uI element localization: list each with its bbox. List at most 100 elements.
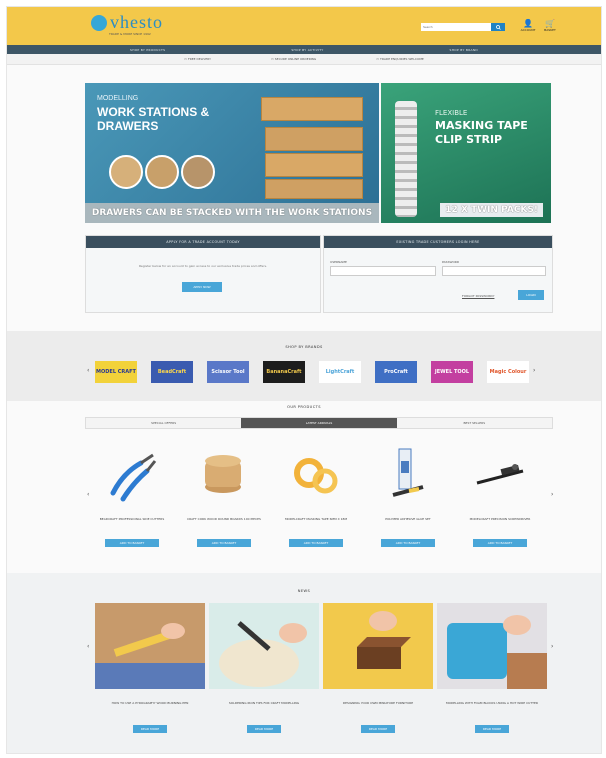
username-field[interactable] — [330, 266, 436, 276]
read-more-button[interactable]: READ MORE — [361, 725, 395, 733]
banner-work-stations[interactable]: MODELLING WORK STATIONS & DRAWERS DRAWER… — [85, 83, 379, 223]
basket-link[interactable]: 🛒 BASKET — [541, 19, 559, 32]
product-name: MODELCRAFT MASKING TAPE 6MM X 18M — [284, 517, 348, 521]
password-field[interactable] — [442, 266, 546, 276]
add-to-basket-button[interactable]: ADD TO BASKET — [381, 539, 435, 547]
read-more-button[interactable]: READ MORE — [133, 725, 167, 733]
trade-apply-header: APPLY FOR A TRADE ACCOUNT TODAY — [86, 236, 320, 248]
news-image-miniature-furniture — [323, 603, 433, 689]
banner-right-headline: MASKING TAPE CLIP STRIP — [435, 119, 528, 146]
product-card[interactable]: POLYMER ADHESIVE GLUE SET ADD TO BASKET — [365, 437, 451, 555]
drawer-photo-1 — [109, 155, 143, 189]
nav-item-products[interactable]: SHOP BY PRODUCTS — [130, 48, 165, 52]
brand-bananacraft[interactable]: BananaCraft — [263, 361, 305, 383]
login-button[interactable]: LOGIN — [518, 290, 544, 300]
username-label: USERNAME — [330, 260, 347, 264]
brand-scissor-tool[interactable]: Scissor Tool — [207, 361, 249, 383]
product-card[interactable]: MODELCRAFT PRECISION SCREWDRIVER ADD TO … — [457, 437, 543, 555]
add-to-basket-button[interactable]: ADD TO BASKET — [289, 539, 343, 547]
news-card[interactable]: HOW TO USE A PYROGRAPHY WOOD BURNING PEN… — [95, 603, 205, 733]
usp-secure: ▭ SECURE ONLINE ORDERING — [270, 57, 317, 61]
brand-jewel-tool[interactable]: JEWEL TOOL — [431, 361, 473, 383]
brands-prev-arrow-icon[interactable]: ‹ — [87, 367, 89, 374]
masking-tape-image — [294, 458, 338, 494]
brand-model-craft-label: MODEL CRAFT — [96, 369, 136, 375]
screwdriver-image — [476, 464, 524, 485]
logo-tagline: TRADE & MORE SINCE 1992 — [109, 32, 151, 36]
tab-latest-arrivals[interactable]: LATEST ARRIVALS — [241, 418, 397, 428]
user-icon: 👤 — [523, 19, 533, 28]
drawer-unit-1 — [265, 127, 363, 151]
nav-item-brand[interactable]: SHOP BY BRAND — [450, 48, 479, 52]
drawer-unit-2 — [265, 153, 363, 177]
apply-now-button[interactable]: APPLY NOW — [182, 282, 222, 292]
news-headline: SOLDERING IRON TIPS FOR CRAFT MODELLING — [228, 701, 300, 705]
product-name: CRAFT CORK WOOD ROUND BOARDS 100 PIECES — [187, 517, 261, 521]
search-button[interactable] — [491, 23, 505, 31]
news-card[interactable]: SOLDERING IRON TIPS FOR CRAFT MODELLING … — [209, 603, 319, 733]
drawer-unit-3 — [265, 179, 363, 199]
brand-lightcraft-label: LightCraft — [325, 369, 355, 375]
news-title: NEWS — [297, 589, 311, 593]
add-to-basket-button[interactable]: ADD TO BASKET — [473, 539, 527, 547]
product-name: POLYMER ADHESIVE GLUE SET — [385, 517, 431, 521]
basket-icon: 🛒 — [545, 19, 555, 28]
product-card[interactable]: BEADCRAFT PROFESSIONAL SIDE CUTTERS ADD … — [89, 437, 175, 555]
brands-title: SHOP BY BRANDS — [285, 345, 323, 349]
products-next-arrow-icon[interactable]: › — [551, 491, 553, 498]
brand-beadcraft-label: BeadCraft — [157, 369, 187, 375]
brand-magic-colour[interactable]: Magic Colour — [487, 361, 529, 383]
add-to-basket-button[interactable]: ADD TO BASKET — [105, 539, 159, 547]
search-icon — [495, 24, 501, 30]
brand-model-craft[interactable]: MODEL CRAFT — [95, 361, 137, 383]
banner-left-headline: WORK STATIONS & DRAWERS — [97, 105, 210, 133]
read-more-button[interactable]: READ MORE — [475, 725, 509, 733]
tape-strip-image — [395, 101, 417, 217]
usp-trade: ▭ TRADE ENQUIRIES WELCOME — [376, 57, 424, 61]
brand-beadcraft[interactable]: BeadCraft — [151, 361, 193, 383]
product-name: BEADCRAFT PROFESSIONAL SIDE CUTTERS — [99, 517, 165, 521]
search-input[interactable] — [421, 23, 491, 31]
news-headline: DESIGNING YOUR OWN MINIATURE FURNITURE — [342, 701, 414, 705]
banner-left-kicker: MODELLING — [97, 95, 139, 102]
cork-boards-image — [205, 455, 241, 493]
brand-bananacraft-label: BananaCraft — [266, 369, 302, 375]
read-more-button[interactable]: READ MORE — [247, 725, 281, 733]
products-tabs: SPECIAL OFFERS LATEST ARRIVALS BEST SELL… — [85, 417, 553, 429]
side-cutters-image — [110, 453, 157, 502]
trade-apply-text: Register below for an account to gain ac… — [138, 264, 268, 268]
drawer-photo-3 — [181, 155, 215, 189]
usp-trade-label: TRADE ENQUIRIES WELCOME — [380, 57, 424, 61]
news-prev-arrow-icon[interactable]: ‹ — [87, 643, 89, 650]
usp-bar: ▭ FREE DELIVERY ▭ SECURE ONLINE ORDERING… — [7, 54, 601, 65]
news-card[interactable]: MODELLING WITH FOAM BLOCKS USING A HOT W… — [437, 603, 547, 733]
product-card[interactable]: MODELCRAFT MASKING TAPE 6MM X 18M ADD TO… — [273, 437, 359, 555]
news-headline: HOW TO USE A PYROGRAPHY WOOD BURNING PEN — [111, 701, 189, 705]
tab-special-offers[interactable]: SPECIAL OFFERS — [86, 418, 242, 428]
news-card[interactable]: DESIGNING YOUR OWN MINIATURE FURNITURE R… — [323, 603, 433, 733]
brand-procraft[interactable]: ProCraft — [375, 361, 417, 383]
news-image-pyrography — [95, 603, 205, 689]
drawer-photo-2 — [145, 155, 179, 189]
add-to-basket-button[interactable]: ADD TO BASKET — [197, 539, 251, 547]
password-label: PASSWORD — [442, 260, 460, 264]
brand-jewel-tool-label: JEWEL TOOL — [434, 369, 470, 375]
basket-label: BASKET — [544, 28, 556, 32]
account-link[interactable]: 👤 ACCOUNT — [519, 19, 537, 32]
banner-right-kicker: FLEXIBLE — [435, 109, 468, 117]
site-logo[interactable]: vhesto TRADE & MORE SINCE 1992 — [91, 12, 163, 36]
adhesive-glue-image — [392, 448, 424, 497]
brands-section: SHOP BY BRANDS ‹ MODEL CRAFT BeadCraft S… — [7, 331, 601, 401]
forgot-password-link[interactable]: FORGOT PASSWORD? — [462, 294, 494, 298]
brands-next-arrow-icon[interactable]: › — [533, 367, 535, 374]
product-card[interactable]: CRAFT CORK WOOD ROUND BOARDS 100 PIECES … — [181, 437, 267, 555]
brand-lightcraft[interactable]: LightCraft — [319, 361, 361, 383]
usp-delivery: ▭ FREE DELIVERY — [184, 57, 211, 61]
logo-text: vhesto — [110, 12, 163, 32]
nav-item-activity[interactable]: SHOP BY ACTIVITY — [291, 48, 323, 52]
tab-best-sellers[interactable]: BEST SELLERS — [396, 418, 552, 428]
brand-magic-colour-label: Magic Colour — [489, 369, 527, 375]
brand-procraft-label: ProCraft — [384, 369, 408, 375]
news-next-arrow-icon[interactable]: › — [551, 643, 553, 650]
banner-masking-tape[interactable]: FLEXIBLE MASKING TAPE CLIP STRIP 12 X TW… — [381, 83, 551, 223]
